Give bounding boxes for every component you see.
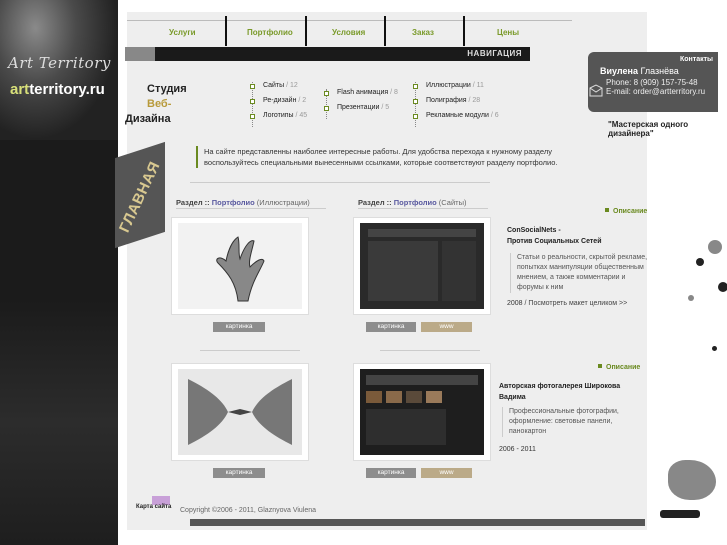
section-head-illustrations: Раздел :: Портфолио (Иллюстрации) (176, 198, 310, 207)
contact-email[interactable]: E-mail: order@artterritory.ru (606, 87, 705, 96)
category-column-1: Сайты / 12 Ре-дизайн / 2 Логотипы / 45 (250, 82, 307, 127)
category-link-logos[interactable]: Логотипы / 45 (250, 112, 307, 119)
bullet-icon (324, 106, 329, 111)
consocialnets-screenshot (360, 223, 484, 309)
project-year: 2006 - 2011 (499, 446, 536, 453)
category-link-flash[interactable]: Flash анимация / 8 (324, 89, 398, 96)
category-link-print[interactable]: Полиграфия / 28 (413, 97, 499, 104)
contact-name: Виулена Глазнёва (600, 66, 679, 76)
project-description: Статьи о реальности, скрытой рекламе, по… (510, 253, 650, 293)
project-description: Профессиональные фотографии, оформление:… (502, 407, 632, 437)
picture-button[interactable]: картинка (366, 322, 416, 332)
www-button[interactable]: www (421, 468, 472, 478)
brand-site-rest: territory.ru (29, 81, 105, 98)
brand-script-logo: Art Territory (8, 54, 111, 72)
picture-button[interactable]: картинка (366, 468, 416, 478)
footer-bar (190, 519, 645, 526)
faces-illustration-image (178, 369, 302, 455)
bullet-icon (250, 99, 255, 104)
brand-site-logo[interactable]: artterritory.ru (10, 81, 105, 98)
bullet-icon (413, 114, 418, 119)
category-column-3: Иллюстрации / 11 Полиграфия / 28 Рекламн… (413, 82, 499, 127)
studio-title: Студия Веб- Дизайна (125, 82, 195, 127)
bullet-icon (413, 99, 418, 104)
top-navigation: Услуги Портфолио Условия Заказ Цены (127, 10, 572, 46)
navigation-bar-label: НАВИГАЦИЯ (467, 49, 522, 58)
description-label: Описание (598, 364, 640, 371)
hand-illustration-image (178, 223, 302, 309)
description-label: Описание (605, 208, 647, 215)
thumbnail-photo-gallery[interactable] (354, 364, 490, 460)
bullet-icon (324, 91, 329, 96)
separator (358, 208, 488, 209)
separator (190, 182, 490, 183)
brand-site-prefix: art (10, 81, 30, 98)
separator (176, 208, 326, 209)
thumbnail-faces-illustration[interactable] (172, 364, 308, 460)
category-link-ad-modules[interactable]: Рекламные модули / 6 (413, 112, 499, 119)
ink-splatter-decoration (648, 130, 727, 545)
thumbnail-hand-illustration[interactable] (172, 218, 308, 314)
category-link-sites[interactable]: Сайты / 12 (250, 82, 307, 89)
www-button[interactable]: www (421, 322, 472, 332)
category-link-presentations[interactable]: Презентации / 5 (324, 104, 398, 111)
nav-divider (384, 16, 386, 46)
category-column-2: Flash анимация / 8 Презентации / 5 (324, 89, 398, 119)
intro-text: На сайте представленны наиболее интересн… (196, 146, 576, 168)
sitemap-link[interactable]: Карта сайта (136, 504, 171, 510)
contacts-tab[interactable]: Контакты (680, 56, 713, 63)
nav-item-portfolio[interactable]: Портфолио (247, 28, 293, 37)
project-title[interactable]: Авторская фотогалерея Широкова Вадима (499, 381, 629, 403)
thumbnail-consocialnets[interactable] (354, 218, 490, 314)
nav-item-prices[interactable]: Цены (497, 28, 519, 37)
smoke-decoration-bottom (0, 300, 118, 545)
envelope-icon (589, 84, 603, 97)
photo-gallery-screenshot (360, 369, 484, 455)
separator (200, 350, 300, 351)
bullet-icon (413, 84, 418, 89)
bullet-icon (250, 84, 255, 89)
copyright-text: Copyright ©2006 - 2011, Glaznyova Viulen… (180, 507, 317, 514)
nav-item-services[interactable]: Услуги (169, 28, 196, 37)
studio-title-line: Студия (147, 83, 187, 95)
category-link-illustrations[interactable]: Иллюстрации / 11 (413, 82, 499, 89)
project-year: 2008 / Посмотреть макет целиком >> (507, 300, 628, 307)
navbar-left-cap (125, 47, 155, 61)
studio-title-line: Дизайна (125, 113, 171, 125)
section-head-sites: Раздел :: Портфолио (Сайты) (358, 198, 467, 207)
top-rule (127, 20, 572, 21)
nav-divider (305, 16, 307, 46)
picture-button[interactable]: картинка (213, 468, 265, 478)
nav-divider (225, 16, 227, 46)
navigation-bar: НАВИГАЦИЯ (155, 47, 530, 61)
category-link-redesign[interactable]: Ре-дизайн / 2 (250, 97, 307, 104)
nav-item-terms[interactable]: Условия (332, 28, 365, 37)
nav-item-order[interactable]: Заказ (412, 28, 434, 37)
picture-button[interactable]: картинка (213, 322, 265, 332)
view-layout-link[interactable]: / Посмотреть макет целиком >> (523, 300, 628, 307)
nav-divider (463, 16, 465, 46)
bullet-icon (250, 114, 255, 119)
project-title[interactable]: ConSocialNets - Против Социальных Сетей (507, 225, 637, 247)
separator (380, 350, 480, 351)
contact-phone: Phone: 8 (909) 157-75-48 (606, 78, 698, 87)
studio-title-line: Веб- (147, 98, 172, 110)
left-sidebar: Art Territory artterritory.ru (0, 0, 118, 545)
